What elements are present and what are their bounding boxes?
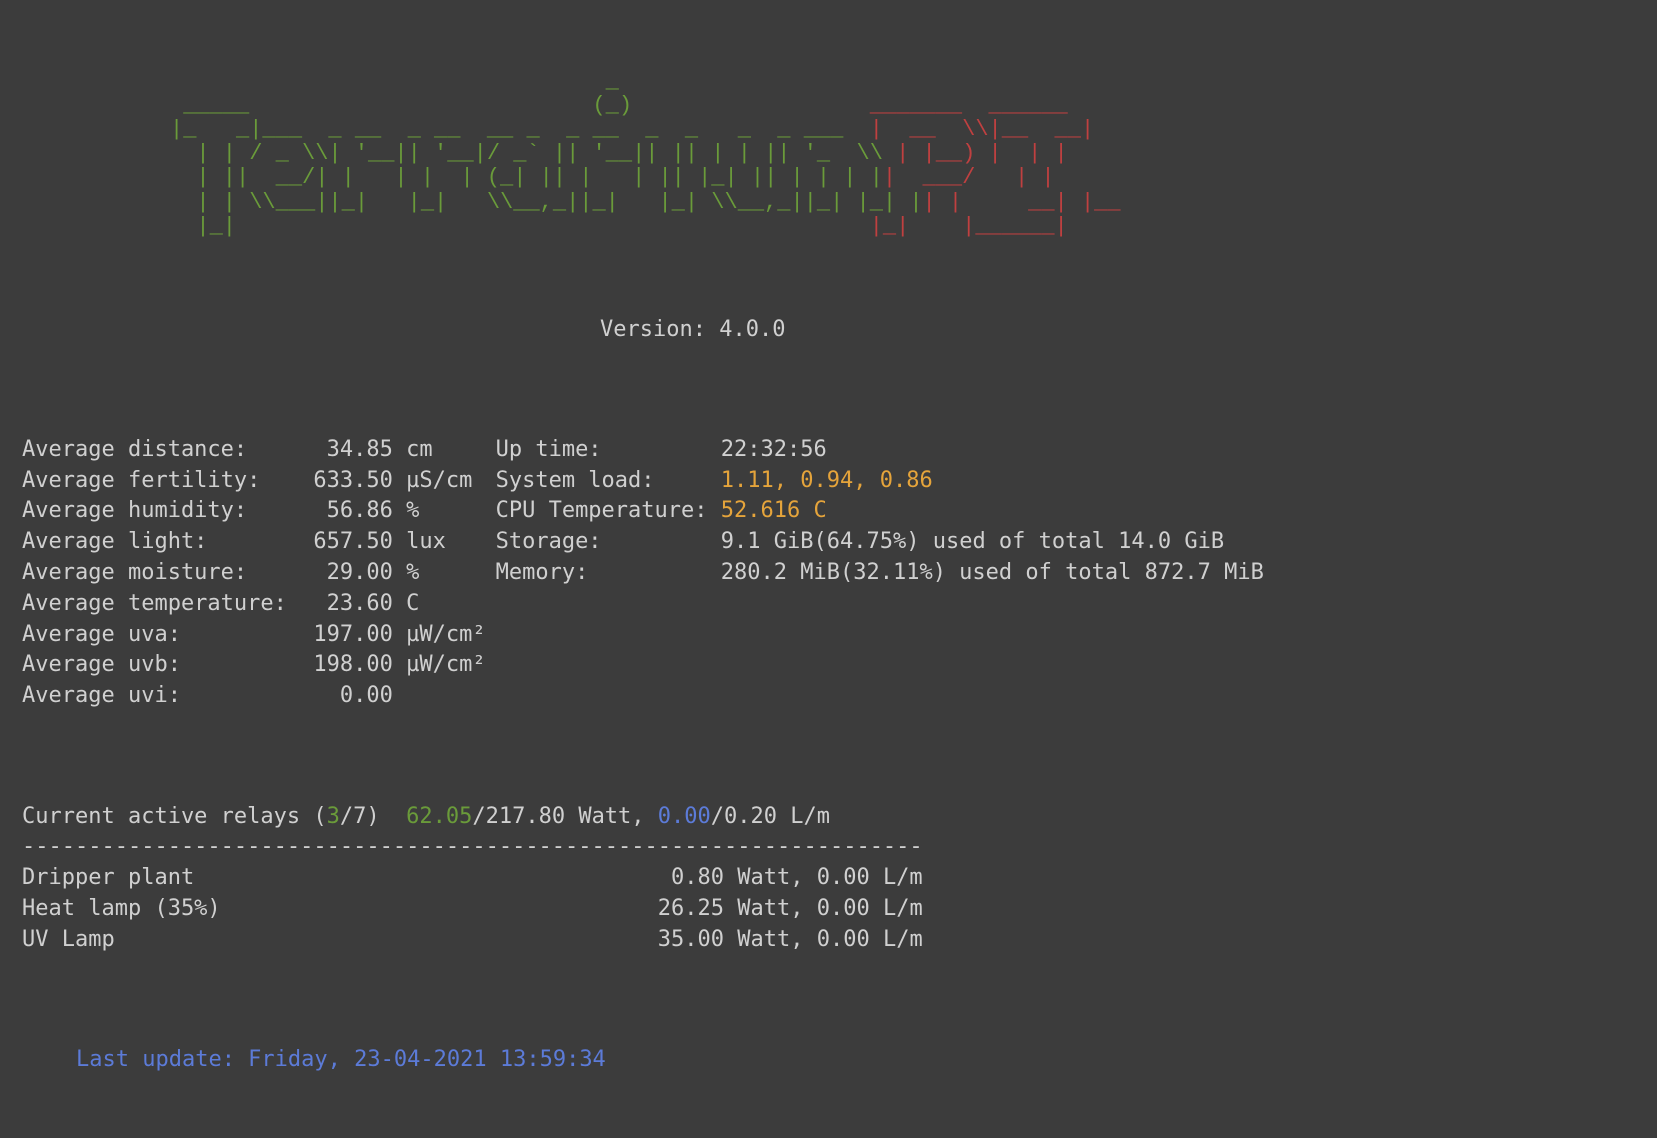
uvb-label: Average uvb:: [22, 652, 181, 677]
relay-row-1-vals: 0.80 Watt, 0.00 L/m: [671, 865, 923, 890]
uvb-value: 198.00 µW/cm²: [313, 652, 485, 677]
uptime-label: Up time:: [496, 437, 602, 462]
relay-row-3-vals: 35.00 Watt, 0.00 L/m: [658, 927, 923, 952]
stats-left-column: Average distance: 34.85 cm Average ferti…: [22, 435, 486, 712]
relays-prefix: Current active relays (: [22, 804, 327, 829]
moisture-label: Average moisture:: [22, 560, 247, 585]
light-label: Average light:: [22, 529, 207, 554]
humidity-label: Average humidity:: [22, 498, 247, 523]
relays-flow-active: 0.00: [658, 804, 711, 829]
ascii-logo: _ _____ (_) _______ ______ |_ _|___ _ __…: [170, 70, 1657, 239]
relays-active: 3: [327, 804, 340, 829]
stats-grid: Average distance: 34.85 cm Average ferti…: [0, 435, 1657, 712]
terminal-output: _ _____ (_) _______ ______ |_ _|___ _ __…: [0, 0, 1657, 1138]
uvi-label: Average uvi:: [22, 683, 181, 708]
relay-row-2-name: Heat lamp (35%): [22, 896, 221, 921]
storage-label: Storage:: [496, 529, 602, 554]
version-value: 4.0.0: [719, 317, 785, 342]
relays-watt-active: 62.05: [406, 804, 472, 829]
systemload-label: System load:: [496, 468, 655, 493]
uva-value: 197.00 µW/cm²: [313, 622, 485, 647]
uva-label: Average uva:: [22, 622, 181, 647]
memory-label: Memory:: [496, 560, 589, 585]
systemload-value: 1.11, 0.94, 0.86: [721, 468, 933, 493]
cputemp-label: CPU Temperature:: [496, 498, 708, 523]
relays-section: Current active relays (3/7) 62.05/217.80…: [0, 802, 1657, 956]
light-value: 657.50 lux: [313, 529, 445, 554]
relay-row-1-name: Dripper plant: [22, 865, 194, 890]
memory-value: 280.2 MiB(32.11%) used of total 872.7 Mi…: [721, 560, 1264, 585]
relays-separator: ----------------------------------------…: [22, 834, 923, 859]
last-update: Last update: Friday, 23-04-2021 13:59:34: [0, 1045, 1657, 1076]
moisture-value: 29.00 %: [327, 560, 420, 585]
temperature-value: 23.60 C: [327, 591, 420, 616]
storage-value: 9.1 GiB(64.75%) used of total 14.0 GiB: [721, 529, 1224, 554]
temperature-label: Average temperature:: [22, 591, 287, 616]
uptime-value: 22:32:56: [721, 437, 827, 462]
stats-right-column: Up time: 22:32:56 System load: 1.11, 0.9…: [496, 435, 1264, 712]
version-line: Version: 4.0.0: [600, 315, 1657, 346]
uvi-value: 0.00: [340, 683, 393, 708]
fertility-label: Average fertility:: [22, 468, 260, 493]
fertility-value: 633.50 µS/cm: [313, 468, 472, 493]
relay-row-2-vals: 26.25 Watt, 0.00 L/m: [658, 896, 923, 921]
cputemp-value: 52.616 C: [721, 498, 827, 523]
humidity-value: 56.86 %: [327, 498, 420, 523]
distance-value: 34.85 cm: [327, 437, 433, 462]
distance-label: Average distance:: [22, 437, 247, 462]
relay-row-3-name: UV Lamp: [22, 927, 115, 952]
